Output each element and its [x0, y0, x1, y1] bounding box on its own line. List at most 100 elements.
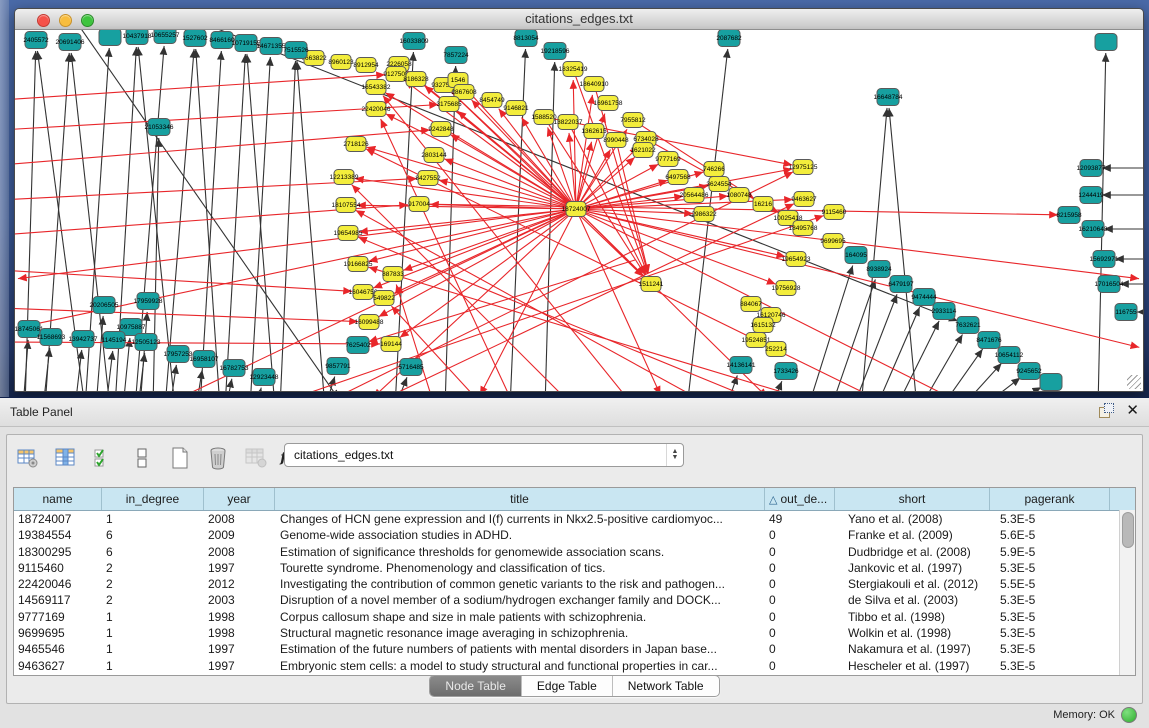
graph-node[interactable]: 19166825	[344, 257, 373, 272]
column-header-title[interactable]: title	[275, 488, 765, 510]
graph-node[interactable]: 2405572	[23, 32, 49, 49]
graph-node[interactable]: 12093877	[1077, 160, 1106, 177]
graph-node[interactable]: 169144	[380, 337, 402, 352]
select-rows-icon[interactable]	[91, 445, 117, 471]
graph-node[interactable]: 116755	[1115, 304, 1137, 321]
graph-node[interactable]: 9245652	[1016, 363, 1042, 380]
graph-node[interactable]: 16648784	[874, 89, 903, 106]
graph-node[interactable]: 16782753	[220, 360, 249, 377]
table-row[interactable]: 1938455462009Genome-wide association stu…	[14, 527, 1135, 543]
column-header-pagerank[interactable]: pagerank	[990, 488, 1110, 510]
graph-node[interactable]: 16216	[753, 197, 773, 212]
graph-node[interactable]: 10655257	[151, 30, 180, 44]
graph-node[interactable]: 1080748	[726, 188, 752, 203]
graph-node[interactable]: 1733426	[773, 363, 799, 380]
graph-node[interactable]: 7515526	[283, 42, 309, 59]
graph-node[interactable]: 8938924	[866, 261, 892, 278]
new-document-icon[interactable]	[167, 445, 193, 471]
graph-node[interactable]: 2803144	[421, 148, 447, 163]
window-resize-grip[interactable]	[1127, 375, 1141, 389]
column-header-year[interactable]: year	[204, 488, 275, 510]
graph-node[interactable]: 20691406	[56, 34, 85, 51]
graph-node[interactable]: 15692971	[1090, 251, 1119, 268]
graph-node[interactable]: 18495768	[789, 221, 818, 236]
cells-icon[interactable]	[129, 445, 155, 471]
graph-node[interactable]: 19654985	[334, 226, 363, 241]
graph-node[interactable]: 21053346	[145, 119, 174, 136]
tab-network-table[interactable]: Network Table	[613, 676, 719, 696]
graph-node[interactable]: 8186328	[403, 72, 429, 87]
graph-node[interactable]: 16210643	[1079, 221, 1108, 238]
graph-node[interactable]: 1527602	[182, 30, 208, 47]
table-scrollbar-thumb[interactable]	[1122, 512, 1134, 548]
delete-icon[interactable]	[205, 445, 231, 471]
float-window-icon[interactable]	[1099, 403, 1114, 418]
graph-node[interactable]: 16961758	[594, 96, 623, 111]
graph-node[interactable]: 9242848	[428, 122, 454, 137]
graph-node[interactable]: 16033809	[400, 33, 429, 50]
column-header-name[interactable]: name	[14, 488, 102, 510]
graph-node[interactable]: 164095	[845, 247, 867, 264]
graph-node[interactable]: 1244419	[1078, 187, 1104, 204]
graph-node[interactable]: 9115460	[822, 205, 847, 220]
graph-node[interactable]: 14136141	[727, 357, 756, 374]
graph-node[interactable]: 9777169	[655, 152, 681, 167]
tab-node-table[interactable]: Node Table	[430, 676, 522, 696]
graph-node[interactable]: 18325419	[559, 62, 588, 77]
import-table-icon[interactable]	[243, 445, 269, 471]
graph-node[interactable]: 9146821	[503, 101, 529, 116]
memory-ok-icon[interactable]	[1121, 707, 1137, 723]
graph-node[interactable]: 20564486	[680, 188, 709, 203]
graph-node[interactable]: 13822037	[554, 115, 583, 130]
graph-node[interactable]	[99, 30, 121, 46]
graph-node[interactable]: 8813054	[513, 30, 539, 47]
graph-node[interactable]: 7955812	[620, 113, 646, 128]
graph-node[interactable]: 17959928	[134, 293, 163, 310]
table-row[interactable]: 969969511998Structural magnetic resonanc…	[14, 625, 1135, 641]
graph-node[interactable]	[1040, 374, 1062, 391]
column-header-short[interactable]: short	[835, 488, 990, 510]
table-row[interactable]: 1456911722003Disruption of a novel membe…	[14, 592, 1135, 608]
graph-node[interactable]: 887833	[382, 267, 404, 282]
graph-node[interactable]: 13942737	[69, 331, 98, 348]
network-view-window[interactable]: citations_edges.txt 18724007766382289601…	[14, 8, 1144, 392]
graph-node[interactable]: 16958107	[190, 351, 219, 368]
graph-node[interactable]: 8990448	[603, 133, 629, 148]
table-column-icon[interactable]	[53, 445, 79, 471]
graph-node[interactable]: 252214	[765, 342, 787, 357]
column-header-outde[interactable]: △out_de...	[765, 488, 835, 510]
graph-node[interactable]: 17957253	[164, 346, 193, 363]
graph-node[interactable]: 12505123	[132, 334, 161, 351]
graph-node[interactable]: 19756928	[772, 281, 801, 296]
graph-node[interactable]: 5716485	[398, 359, 424, 376]
table-row[interactable]: 1830029562008Estimation of significance …	[14, 544, 1135, 560]
graph-node[interactable]: 20206505	[90, 297, 119, 314]
table-settings-icon[interactable]	[15, 445, 41, 471]
graph-node[interactable]: 1145194	[102, 332, 127, 349]
graph-node[interactable]: 7857224	[443, 47, 469, 64]
graph-node[interactable]: 9474444	[911, 289, 937, 306]
citation-network-graph[interactable]: 1872400776638228960123891295416543382224…	[15, 30, 1143, 392]
table-row[interactable]: 2242004622012Investigating the contribut…	[14, 576, 1135, 592]
table-row[interactable]: 977716911998Corpus callosum shape and si…	[14, 609, 1135, 625]
graph-node[interactable]: 12975125	[789, 160, 818, 175]
graph-node[interactable]: 3624554	[706, 177, 732, 192]
graph-node[interactable]: 8912954	[353, 58, 379, 73]
graph-node[interactable]: 8454749	[479, 93, 505, 108]
graph-node[interactable]: 11568693	[37, 329, 66, 346]
table-row[interactable]: 1872400712008Changes of HCN gene express…	[14, 511, 1135, 527]
graph-node[interactable]: 9857791	[325, 358, 351, 375]
graph-node[interactable]: 1511241	[639, 277, 664, 292]
column-header-indegree[interactable]: in_degree	[102, 488, 204, 510]
graph-node[interactable]: 884067	[740, 297, 762, 312]
graph-node[interactable]: 17016504	[1095, 276, 1124, 293]
graph-node[interactable]: 18640910	[580, 77, 609, 92]
graph-node[interactable]: 2718126	[343, 137, 369, 152]
window-titlebar[interactable]: citations_edges.txt	[15, 9, 1143, 30]
graph-node[interactable]: 8471676	[976, 332, 1002, 349]
graph-node[interactable]: 19654923	[782, 252, 811, 267]
graph-node[interactable]: 1615132	[750, 318, 776, 333]
graph-node[interactable]: 746266	[703, 162, 725, 177]
graph-node[interactable]: 6497568	[665, 170, 691, 185]
table-row[interactable]: 911546021997Tourette syndrome. Phenomeno…	[14, 560, 1135, 576]
